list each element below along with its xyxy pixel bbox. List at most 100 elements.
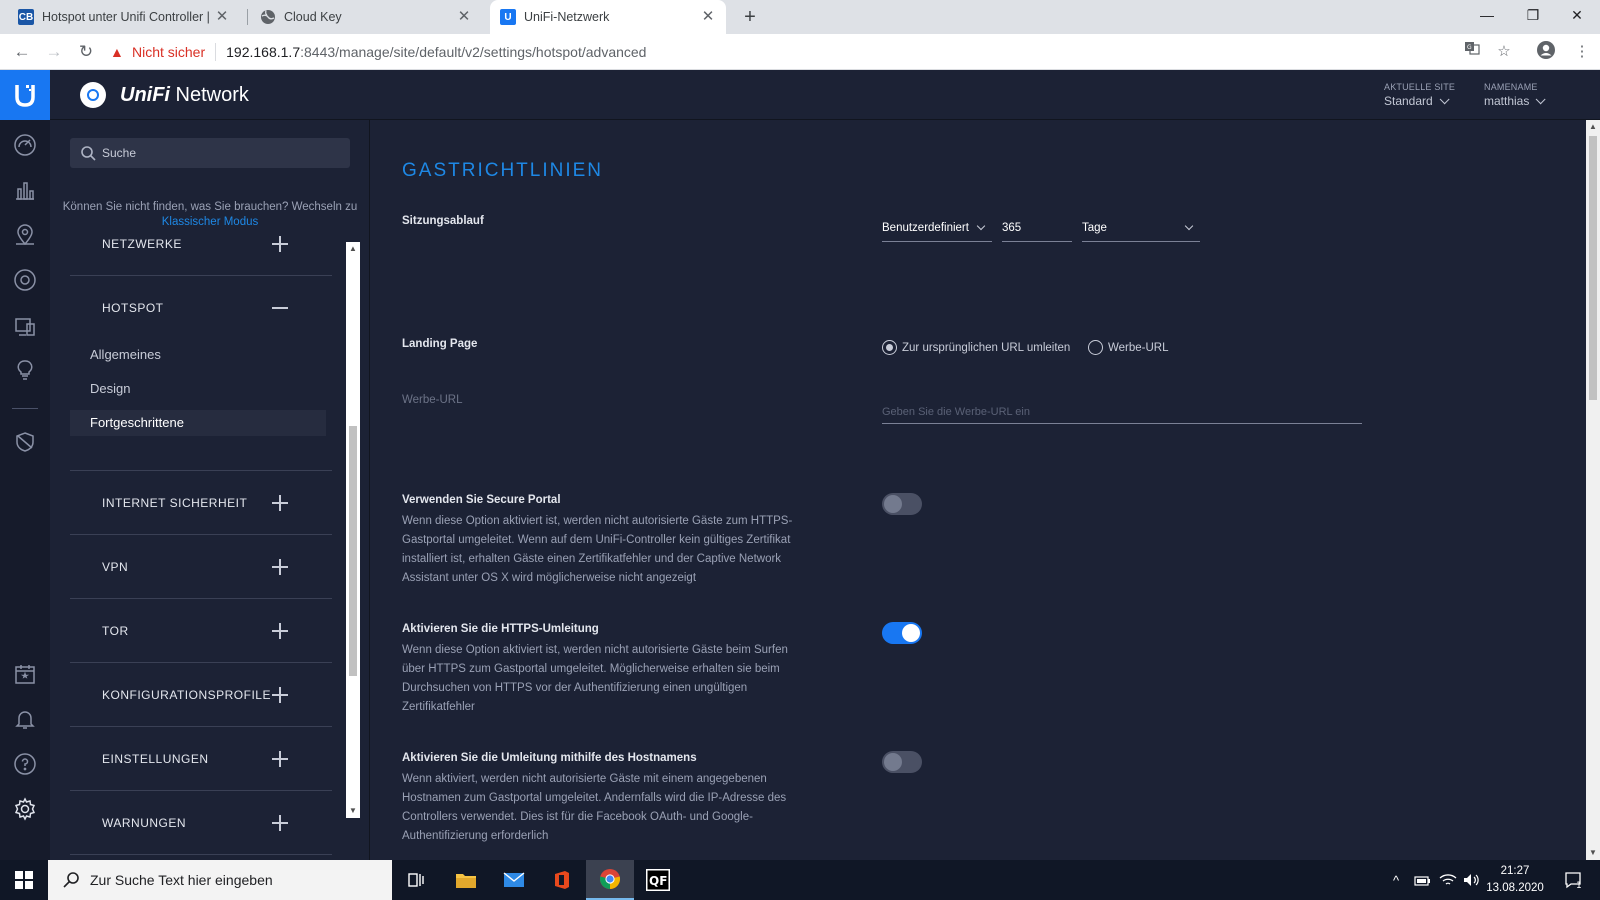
- warning-triangle-icon[interactable]: ▲: [110, 44, 126, 60]
- map-icon[interactable]: [13, 223, 37, 247]
- help-icon[interactable]: [13, 752, 37, 776]
- nav-rail: [0, 70, 50, 860]
- settings-search[interactable]: [70, 138, 350, 168]
- session-unit-select[interactable]: Tage: [1082, 214, 1200, 242]
- nav-section-warnungen[interactable]: WARNUNGEN: [70, 791, 332, 855]
- profile-avatar-icon[interactable]: [1534, 40, 1558, 64]
- sidebar-scrollbar[interactable]: ▲ ▼: [346, 242, 360, 818]
- nav-item-allgemeines[interactable]: Allgemeines: [70, 342, 326, 368]
- minus-icon[interactable]: [272, 307, 288, 309]
- scrollbar-thumb[interactable]: [1589, 136, 1597, 400]
- mail-icon[interactable]: [490, 860, 538, 900]
- browser-tab-cloudkey[interactable]: Cloud Key ✕: [250, 0, 482, 34]
- devices-icon[interactable]: [13, 268, 37, 292]
- https-redirect-description: Wenn diese Option aktiviert ist, werden …: [402, 644, 788, 713]
- minimize-icon[interactable]: —: [1464, 0, 1510, 30]
- qfi-app-icon[interactable]: QFI: [634, 860, 682, 900]
- hostname-redirect-toggle[interactable]: [882, 751, 922, 773]
- toggle-knob: [884, 495, 902, 513]
- scroll-down-arrow-icon[interactable]: ▼: [1586, 846, 1600, 860]
- forward-arrow-icon[interactable]: →: [42, 40, 66, 64]
- scrollbar-thumb[interactable]: [349, 426, 357, 676]
- promo-url-input[interactable]: [882, 400, 1362, 423]
- nav-section-hotspot[interactable]: HOTSPOT: [70, 276, 332, 340]
- nav-item-design[interactable]: Design: [70, 376, 326, 402]
- plus-icon[interactable]: [272, 236, 288, 252]
- plus-icon[interactable]: [272, 815, 288, 831]
- session-value-input[interactable]: 365: [1002, 214, 1072, 242]
- clients-icon[interactable]: [13, 315, 37, 339]
- settings-search-input[interactable]: [102, 146, 342, 160]
- back-arrow-icon[interactable]: ←: [10, 40, 34, 64]
- action-center-icon[interactable]: 1: [1556, 860, 1592, 900]
- chevron-down-icon: [1184, 221, 1194, 231]
- scroll-down-arrow-icon[interactable]: ▼: [346, 804, 360, 818]
- promo-url-field[interactable]: [882, 400, 1362, 424]
- plus-icon[interactable]: [272, 559, 288, 575]
- wifi-icon[interactable]: [1436, 860, 1460, 900]
- new-tab-button[interactable]: +: [738, 5, 762, 29]
- url-path: :8443/manage/site/default/v2/settings/ho…: [300, 44, 647, 60]
- close-window-icon[interactable]: ✕: [1554, 0, 1600, 30]
- reload-icon[interactable]: ↻: [74, 40, 98, 64]
- user-value[interactable]: matthias: [1484, 94, 1546, 108]
- plus-icon[interactable]: [272, 623, 288, 639]
- not-secure-label[interactable]: Nicht sicher: [132, 44, 205, 60]
- nav-section-label: EINSTELLUNGEN: [102, 752, 209, 766]
- task-view-icon[interactable]: [392, 860, 440, 900]
- battery-icon[interactable]: [1410, 860, 1436, 900]
- taskbar-search-box[interactable]: Zur Suche Text hier eingeben: [48, 860, 392, 900]
- user-selector[interactable]: NAMENAME matthias: [1484, 82, 1546, 108]
- nav-section-label: VPN: [102, 560, 129, 574]
- radio-original-url[interactable]: Zur ursprünglichen URL umleiten: [882, 340, 1070, 355]
- radio-promo-url[interactable]: Werbe-URL: [1088, 340, 1169, 355]
- radio-unselected-icon[interactable]: [1088, 340, 1103, 355]
- session-mode-select[interactable]: Benutzerdefiniert: [882, 214, 992, 242]
- app-header: UniFi Network AKTUELLE SITE Standard NAM…: [50, 70, 1600, 120]
- radio-selected-icon[interactable]: [882, 340, 897, 355]
- bookmark-star-icon[interactable]: ☆: [1492, 40, 1516, 64]
- chrome-icon[interactable]: [586, 860, 634, 900]
- file-explorer-icon[interactable]: [442, 860, 490, 900]
- nav-section-internet-sicherheit[interactable]: INTERNET SICHERHEIT: [70, 471, 332, 535]
- close-tab-icon[interactable]: ✕: [214, 9, 230, 25]
- browser-tab-unifi[interactable]: U UniFi-Netzwerk ✕: [490, 0, 726, 34]
- insights-icon[interactable]: [13, 358, 37, 382]
- site-selector[interactable]: AKTUELLE SITE Standard: [1384, 82, 1455, 108]
- shield-icon[interactable]: [13, 430, 37, 454]
- windows-start-icon[interactable]: [0, 860, 48, 900]
- translate-icon[interactable]: G: [1460, 40, 1484, 64]
- https-redirect-toggle[interactable]: [882, 622, 922, 644]
- nav-section-einstellungen[interactable]: EINSTELLUNGEN: [70, 727, 332, 791]
- scroll-up-arrow-icon[interactable]: ▲: [1586, 120, 1600, 134]
- scroll-up-arrow-icon[interactable]: ▲: [346, 242, 360, 256]
- plus-icon[interactable]: [272, 687, 288, 703]
- dashboard-icon[interactable]: [13, 133, 37, 157]
- nav-section-tor[interactable]: TOR: [70, 599, 332, 663]
- ubiquiti-logo-icon[interactable]: [0, 70, 50, 120]
- nav-section-netzwerke[interactable]: NETZWERKE: [70, 212, 332, 276]
- site-value[interactable]: Standard: [1384, 94, 1455, 108]
- office-icon[interactable]: [538, 860, 586, 900]
- omnibox[interactable]: ▲ Nicht sicher 192.168.1.7:8443/manage/s…: [110, 38, 1520, 66]
- content-scrollbar[interactable]: ▲ ▼: [1586, 120, 1600, 860]
- show-hidden-icons-chevron-icon[interactable]: ^: [1384, 860, 1408, 900]
- chrome-menu-icon[interactable]: ⋮: [1570, 40, 1594, 64]
- nav-section-vpn[interactable]: VPN: [70, 535, 332, 599]
- events-calendar-icon[interactable]: [13, 662, 37, 686]
- secure-portal-toggle[interactable]: [882, 493, 922, 515]
- bell-icon[interactable]: [13, 707, 37, 731]
- settings-sidebar: Können Sie nicht finden, was Sie brauche…: [50, 120, 370, 860]
- restore-icon[interactable]: ❐: [1510, 0, 1556, 30]
- unifi-brand[interactable]: UniFi Network: [80, 82, 249, 108]
- taskbar-clock[interactable]: 21:27 13.08.2020: [1480, 863, 1550, 897]
- statistics-icon[interactable]: [13, 178, 37, 202]
- plus-icon[interactable]: [272, 751, 288, 767]
- close-tab-icon[interactable]: ✕: [456, 9, 472, 25]
- nav-section-konfigurationsprofile[interactable]: KONFIGURATIONSPROFILE: [70, 663, 332, 727]
- browser-tab-hotspot[interactable]: CB Hotspot unter Unifi Controller | C ✕: [8, 0, 240, 34]
- close-tab-icon[interactable]: ✕: [700, 9, 716, 25]
- plus-icon[interactable]: [272, 495, 288, 511]
- settings-gear-icon[interactable]: [13, 797, 37, 821]
- nav-item-fortgeschrittene[interactable]: Fortgeschrittene: [70, 410, 326, 436]
